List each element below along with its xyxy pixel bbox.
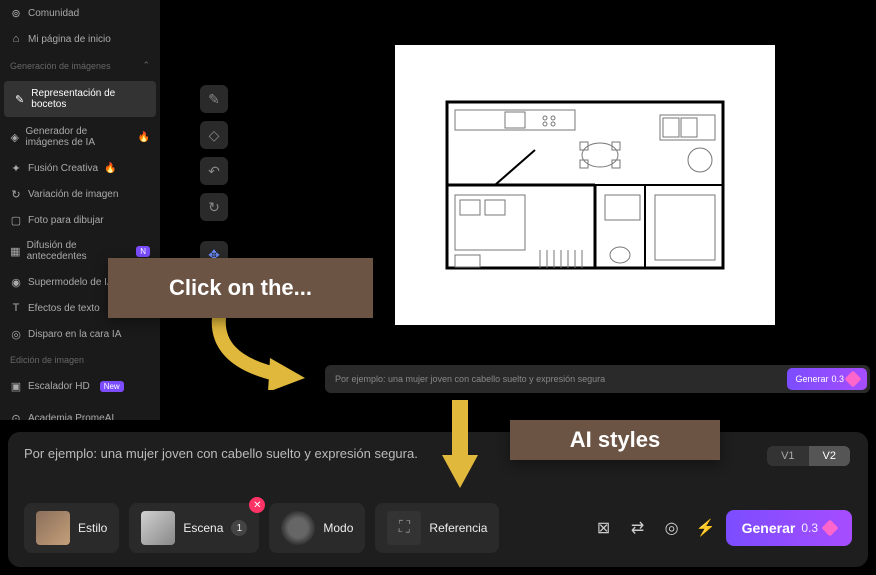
version-v1[interactable]: V1: [767, 446, 808, 466]
sidebar-label: Escalador HD: [28, 381, 90, 392]
style-thumb: [36, 511, 70, 545]
shuffle-icon[interactable]: ⇄: [628, 518, 648, 538]
canvas-area[interactable]: [395, 45, 775, 325]
arrow-down-icon: [440, 400, 480, 490]
fire-icon: 🔥: [104, 163, 116, 174]
sidebar-item-upscaler[interactable]: ▣ Escalador HD New: [0, 373, 160, 399]
sketch-icon: ✎: [14, 93, 25, 105]
close-icon[interactable]: ✕: [249, 497, 265, 513]
chip-reference[interactable]: ⛶ Referencia: [375, 503, 499, 553]
sidebar-item-academy[interactable]: ⊙ Academia PromeAI: [0, 405, 160, 420]
gem-icon: [845, 371, 862, 388]
version-v2[interactable]: V2: [809, 446, 850, 466]
diffusion-icon: ▦: [10, 245, 21, 257]
gem-icon: [822, 520, 839, 537]
photo-icon: ▢: [10, 214, 22, 226]
sidebar-label: Foto para dibujar: [28, 215, 104, 226]
pencil-tool[interactable]: ✎: [200, 85, 228, 113]
academy-icon: ⊙: [10, 412, 22, 420]
chip-mode[interactable]: Modo: [269, 503, 365, 553]
sidebar: ⊚ Comunidad ⌂ Mi página de inicio Genera…: [0, 0, 160, 420]
fusion-icon: ✦: [10, 162, 22, 174]
new-badge: N: [136, 246, 150, 257]
image-gen-icon: ◈: [10, 131, 20, 143]
community-icon: ⊚: [10, 7, 22, 19]
controls-row: Estilo Escena 1 ✕ Modo ⛶ Referencia ⊠ ⇄ …: [24, 503, 852, 553]
bottom-panel: Por ejemplo: una mujer joven con cabello…: [8, 432, 868, 567]
reference-icon: ⛶: [387, 511, 421, 545]
redo-tool[interactable]: ↻: [200, 193, 228, 221]
undo-tool[interactable]: ↶: [200, 157, 228, 185]
mini-tools: ⊠ ⇄ ◎ ⚡: [594, 518, 716, 538]
chevron-up-icon: ⌃: [142, 60, 150, 71]
eraser-tool[interactable]: ◇: [200, 121, 228, 149]
supermodel-icon: ◉: [10, 276, 22, 288]
sidebar-section-header[interactable]: Generación de imágenes ⌃: [0, 52, 160, 79]
sidebar-item-photo-draw[interactable]: ▢ Foto para dibujar: [0, 207, 160, 233]
chip-scene[interactable]: Escena 1 ✕: [129, 503, 259, 553]
fire-icon: 🔥: [138, 132, 150, 143]
flash-icon[interactable]: ⚡: [696, 518, 716, 538]
annotation-click: Click on the...: [108, 258, 373, 318]
prompt-input-large[interactable]: Por ejemplo: una mujer joven con cabello…: [24, 446, 852, 461]
floorplan-image: [445, 100, 725, 270]
crop-icon[interactable]: ⊠: [594, 518, 614, 538]
sidebar-label: Generador de imágenes de IA: [26, 126, 132, 148]
sidebar-label: Disparo en la cara IA: [28, 329, 121, 340]
generate-button-small[interactable]: Generar 0.3: [787, 368, 867, 390]
sidebar-item-sketch[interactable]: ✎ Representación de bocetos: [4, 81, 156, 117]
annotation-styles: AI styles: [510, 420, 720, 460]
sidebar-item-ai-gen[interactable]: ◈ Generador de imágenes de IA 🔥: [0, 119, 160, 155]
sidebar-label: Efectos de texto: [28, 303, 100, 314]
sidebar-label: Representación de bocetos: [31, 88, 146, 110]
sidebar-label: Variación de imagen: [28, 189, 118, 200]
enhance-icon[interactable]: ◎: [662, 518, 682, 538]
sidebar-item-fusion[interactable]: ✦ Fusión Creativa 🔥: [0, 155, 160, 181]
prompt-placeholder: Por ejemplo: una mujer joven con cabello…: [335, 374, 605, 384]
scene-count: 1: [231, 520, 247, 536]
sidebar-section-edit: Edición de imagen: [0, 347, 160, 373]
chip-style[interactable]: Estilo: [24, 503, 119, 553]
canvas-tools: ✎ ◇ ↶ ↻ ✥: [200, 85, 228, 269]
version-toggle: V1 V2: [767, 446, 850, 466]
sidebar-label: Comunidad: [28, 8, 79, 19]
sidebar-label: Supermodelo de IA: [28, 277, 114, 288]
sidebar-item-community[interactable]: ⊚ Comunidad: [0, 0, 160, 26]
upscale-icon: ▣: [10, 380, 22, 392]
sidebar-item-face-shot[interactable]: ◎ Disparo en la cara IA: [0, 321, 160, 347]
sidebar-item-home[interactable]: ⌂ Mi página de inicio: [0, 26, 160, 52]
variation-icon: ↻: [10, 188, 22, 200]
sidebar-item-variation[interactable]: ↻ Variación de imagen: [0, 181, 160, 207]
face-icon: ◎: [10, 328, 22, 340]
sidebar-label: Academia PromeAI: [28, 413, 114, 421]
new-badge: New: [100, 381, 124, 392]
scene-thumb: [141, 511, 175, 545]
home-icon: ⌂: [10, 33, 22, 45]
generate-button-large[interactable]: Generar 0.3: [726, 510, 852, 546]
mode-thumb: [281, 511, 315, 545]
sidebar-label: Fusión Creativa: [28, 163, 98, 174]
text-icon: T: [10, 302, 22, 314]
prompt-input-small[interactable]: Por ejemplo: una mujer joven con cabello…: [325, 365, 870, 393]
sidebar-label: Mi página de inicio: [28, 34, 111, 45]
